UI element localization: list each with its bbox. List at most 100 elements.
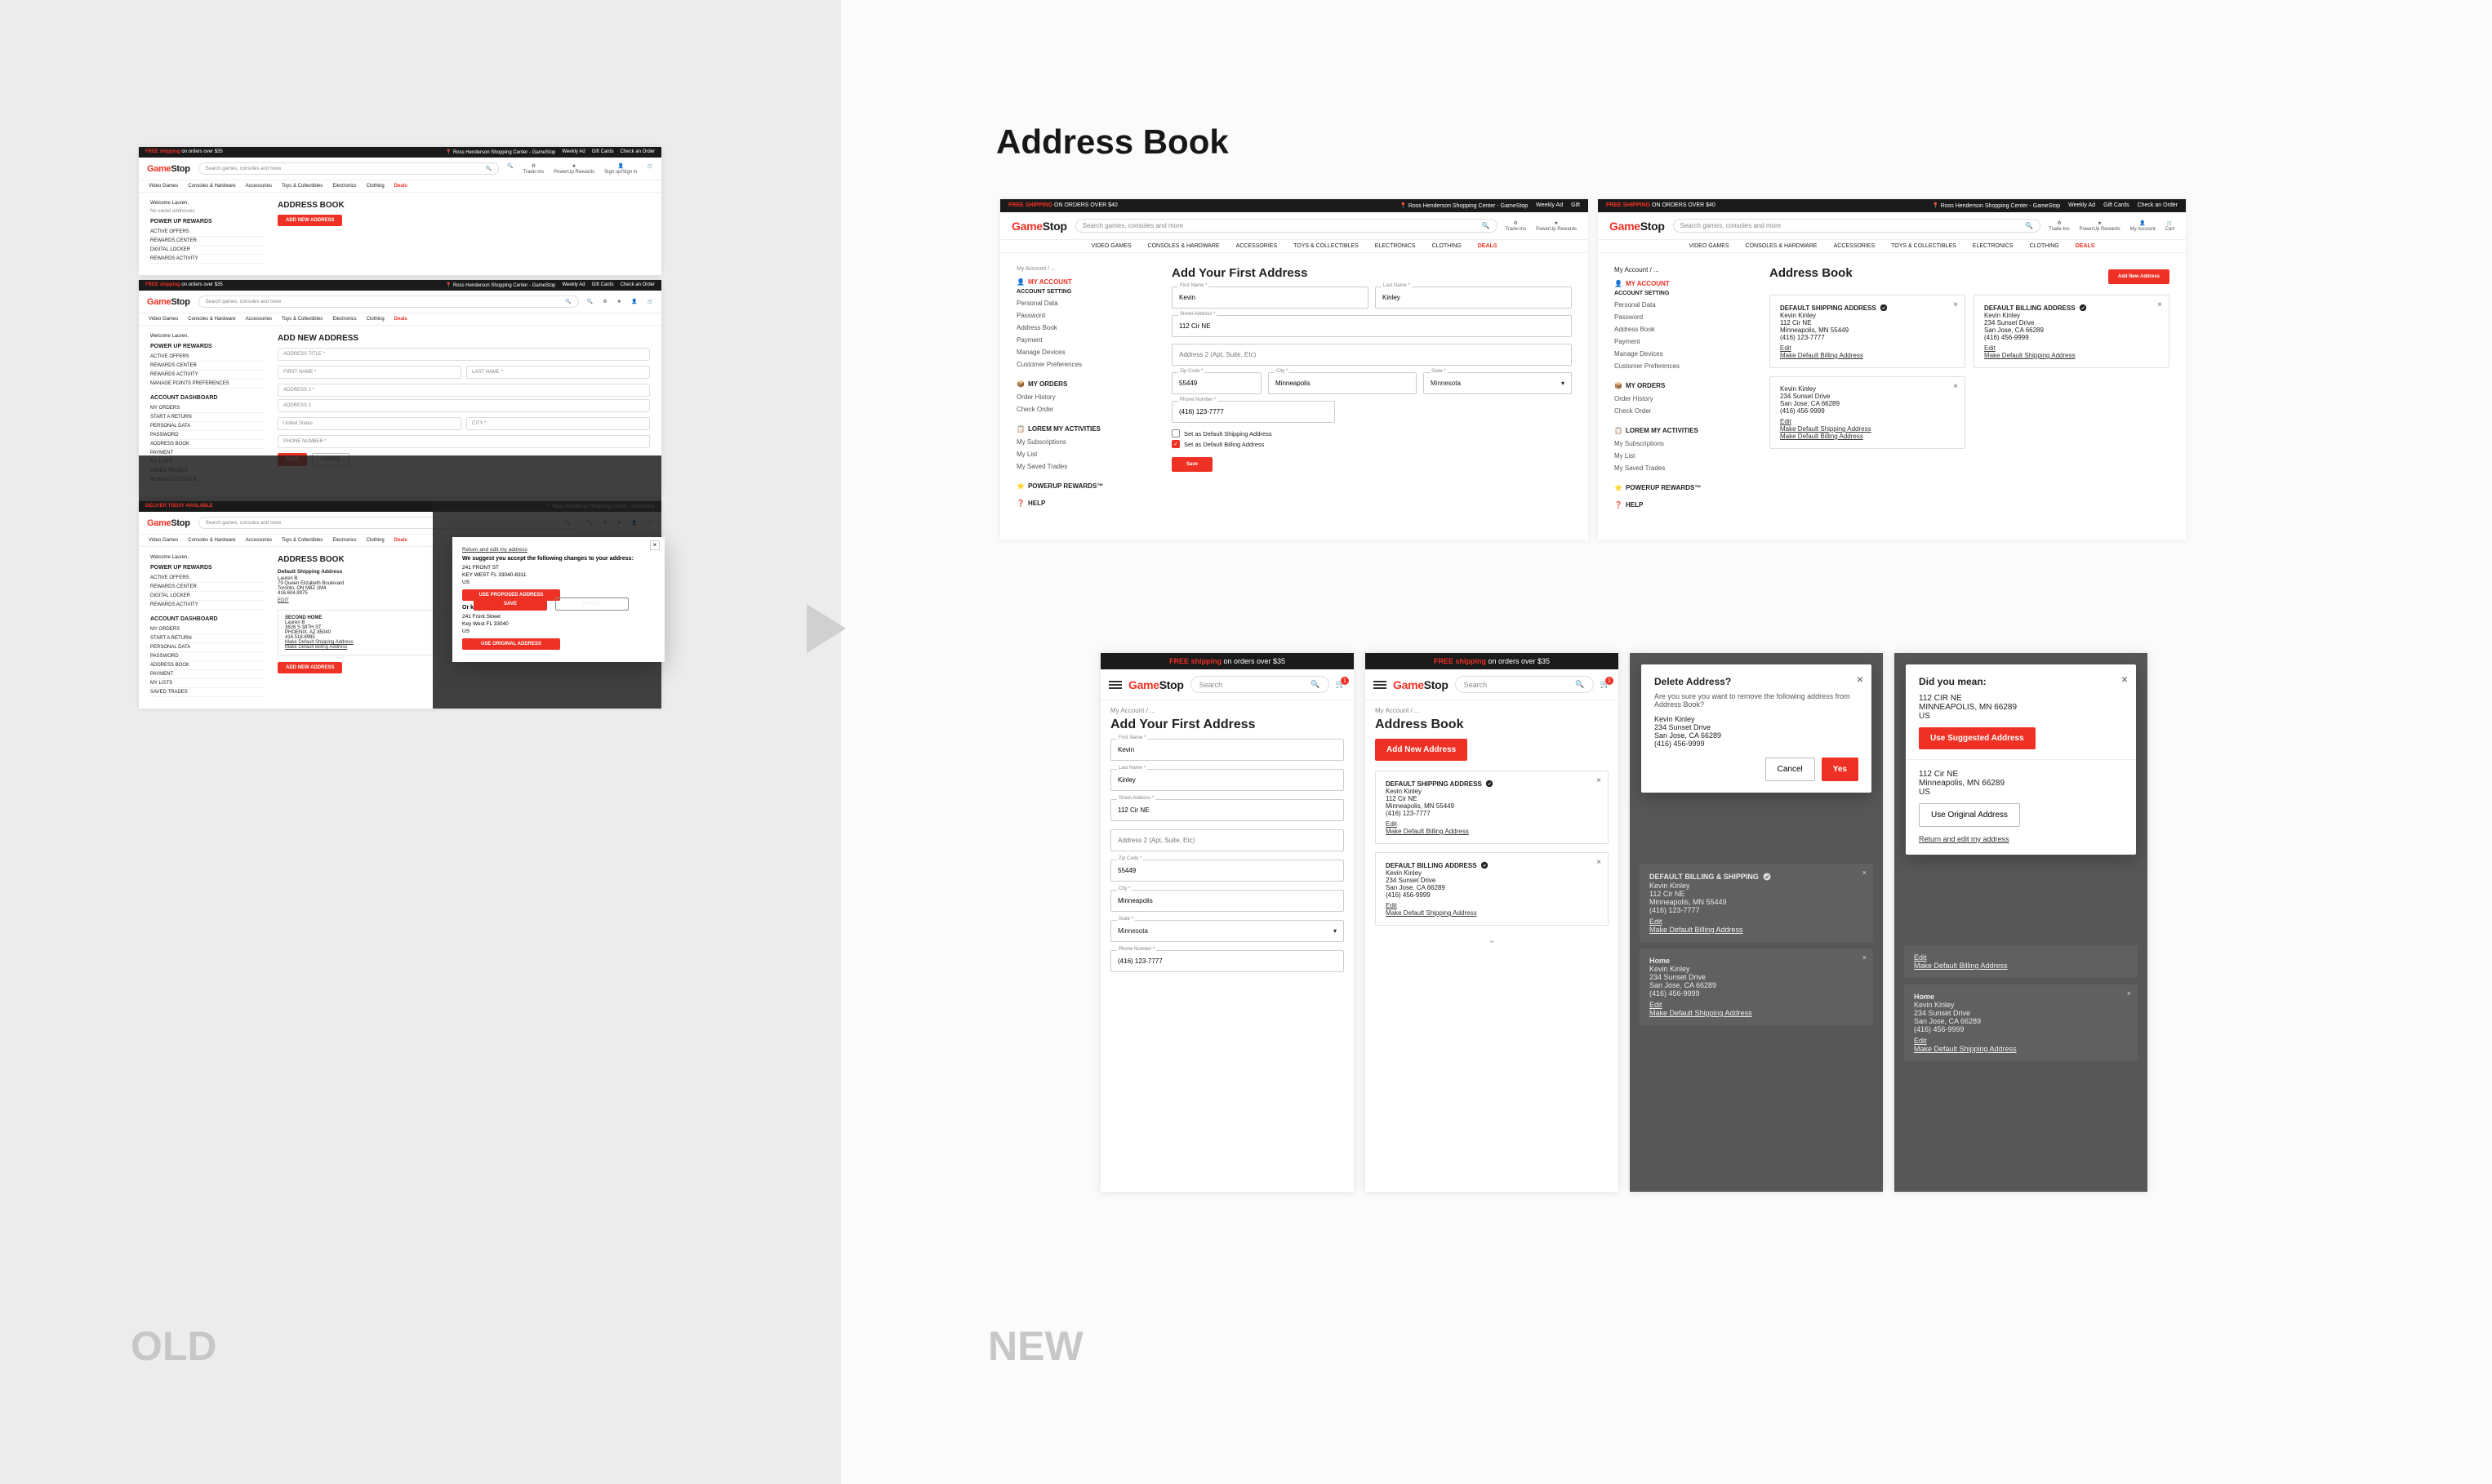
- menu-icon[interactable]: [1373, 681, 1386, 689]
- first-name-field[interactable]: FIRST NAME *: [278, 366, 461, 379]
- last-name-field[interactable]: LAST NAME *: [466, 366, 650, 379]
- street-field[interactable]: [1110, 799, 1344, 821]
- cancel-button[interactable]: Cancel: [1765, 758, 1815, 781]
- nav-item[interactable]: Electronics: [332, 184, 356, 189]
- address2-field[interactable]: [1110, 829, 1344, 851]
- search-input[interactable]: Search games, consoles and more🔍: [198, 162, 500, 175]
- state-select[interactable]: Minnesota▾: [1110, 920, 1344, 942]
- sidebar-item[interactable]: Payment: [1017, 334, 1155, 346]
- gamestop-logo[interactable]: GameStop: [147, 518, 190, 528]
- tradeins-link[interactable]: ♻Trade-Ins: [1506, 220, 1526, 232]
- gamestop-logo[interactable]: GameStop: [147, 297, 190, 307]
- rewards-link[interactable]: ★PowerUp Rewards: [554, 163, 594, 175]
- close-icon[interactable]: ×: [1953, 300, 1958, 309]
- add-new-address-button[interactable]: ADD NEW ADDRESS: [278, 215, 342, 226]
- close-icon[interactable]: ×: [2121, 673, 2128, 686]
- menu-icon[interactable]: [1109, 681, 1122, 689]
- zip-field[interactable]: [1172, 372, 1262, 394]
- add-new-address-button[interactable]: ADD NEW ADDRESS: [278, 662, 342, 673]
- sidebar-item[interactable]: REWARDS CENTER: [150, 237, 265, 246]
- nav-item[interactable]: Consoles & Hardware: [188, 184, 235, 189]
- cart-link[interactable]: 🛒: [647, 163, 653, 175]
- confirm-delete-button[interactable]: Yes: [1822, 758, 1858, 781]
- use-original-button[interactable]: Use Original Address: [1919, 803, 2020, 827]
- nav-item[interactable]: Toys & Collectibles: [282, 184, 323, 189]
- gamestop-logo[interactable]: GameStop: [1609, 220, 1665, 233]
- cart-icon[interactable]: 🛒1: [1600, 680, 1610, 689]
- cancel-button[interactable]: CANCEL: [555, 598, 629, 611]
- chevron-down-icon[interactable]: ⌄: [1365, 934, 1618, 945]
- zip-field[interactable]: [1110, 860, 1344, 882]
- use-original-button[interactable]: USE ORIGINAL ADDRESS: [462, 638, 560, 650]
- make-default-billing-link[interactable]: Make Default Billing Address: [1780, 352, 1955, 359]
- search-input[interactable]: Search games, consoles and more🔍: [1075, 219, 1497, 233]
- sidebar-item[interactable]: Address Book: [1017, 322, 1155, 334]
- topbar-link[interactable]: Gift Cards: [592, 149, 614, 155]
- first-name-field[interactable]: [1110, 739, 1344, 761]
- topbar-link[interactable]: Weekly Ad: [562, 149, 585, 155]
- address1-field[interactable]: ADDRESS 1 *: [278, 384, 650, 397]
- phone-field[interactable]: [1172, 401, 1335, 423]
- tradeins-link[interactable]: ♻Trade-Ins: [523, 163, 544, 175]
- return-edit-link[interactable]: Return and edit my address: [462, 547, 655, 553]
- phone-field[interactable]: [1110, 950, 1344, 972]
- address2-field[interactable]: [1172, 344, 1572, 366]
- close-icon[interactable]: ×: [1953, 382, 1958, 391]
- rewards-link[interactable]: ★PowerUp Rewards: [1536, 220, 1577, 232]
- close-icon[interactable]: ×: [1596, 858, 1601, 867]
- close-icon[interactable]: ×: [1857, 673, 1863, 686]
- phone-field[interactable]: PHONE NUMBER *: [278, 435, 650, 448]
- sidebar-item[interactable]: Manage Devices: [1017, 346, 1155, 358]
- sidebar-item[interactable]: Customer Preferences: [1017, 358, 1155, 371]
- gamestop-logo[interactable]: GameStop: [1128, 678, 1184, 691]
- mobile-address-book: FREE shipping on orders over $35 GameSto…: [1365, 653, 1618, 1192]
- close-icon[interactable]: ×: [1862, 869, 1867, 877]
- use-suggested-button[interactable]: Use Suggested Address: [1919, 727, 2036, 749]
- city-field[interactable]: [1110, 890, 1344, 912]
- store-locator[interactable]: 📍 Ross Henderson Shopping Center - GameS…: [446, 149, 556, 155]
- nav-item[interactable]: Deals: [394, 184, 407, 189]
- sidebar-item[interactable]: Personal Data: [1017, 297, 1155, 309]
- street-field[interactable]: [1172, 315, 1572, 337]
- close-icon[interactable]: ×: [2157, 300, 2162, 309]
- add-new-address-button[interactable]: Add New Address: [2108, 269, 2169, 284]
- search-input[interactable]: Search games, consoles and more🔍: [198, 295, 579, 308]
- sidebar-item[interactable]: ACTIVE OFFERS: [150, 228, 265, 237]
- address2-field[interactable]: ADDRESS 2: [278, 399, 650, 412]
- sidebar-item[interactable]: REWARDS ACTIVITY: [150, 255, 265, 264]
- city-field[interactable]: CITY *: [466, 417, 650, 430]
- page-title: Add Your First Address: [1172, 266, 1572, 280]
- account-link[interactable]: 👤Sign up/Sign in: [604, 163, 637, 175]
- state-select[interactable]: Minnesota▾: [1423, 372, 1572, 394]
- close-icon[interactable]: ×: [2127, 989, 2131, 997]
- close-icon[interactable]: ×: [1862, 953, 1867, 962]
- search-input[interactable]: Search🔍: [1190, 676, 1329, 693]
- close-icon[interactable]: ×: [1596, 776, 1601, 785]
- topbar-link[interactable]: Check an Order: [621, 149, 655, 155]
- default-shipping-checkbox[interactable]: Set as Default Shipping Address: [1172, 429, 1572, 438]
- last-name-field[interactable]: [1375, 287, 1572, 309]
- city-field[interactable]: [1268, 372, 1417, 394]
- sidebar-item[interactable]: DIGITAL LOCKER: [150, 246, 265, 255]
- cart-icon[interactable]: 🛒1: [1336, 680, 1346, 689]
- search-icon: 🔍: [1482, 222, 1490, 229]
- edit-link[interactable]: EDIT: [278, 598, 289, 603]
- add-new-address-button[interactable]: Add New Address: [1375, 739, 1467, 761]
- gamestop-logo[interactable]: GameStop: [1012, 220, 1067, 233]
- address-title-field[interactable]: ADDRESS TITLE *: [278, 348, 650, 361]
- country-field[interactable]: United States: [278, 417, 461, 430]
- search-icon-btn[interactable]: 🔍: [507, 163, 513, 175]
- save-button[interactable]: Save: [1172, 457, 1213, 472]
- save-button[interactable]: SAVE: [474, 598, 547, 611]
- edit-link[interactable]: Edit: [1780, 344, 1955, 352]
- nav-item[interactable]: Video Games: [149, 184, 178, 189]
- nav-item[interactable]: Clothing: [367, 184, 385, 189]
- close-icon[interactable]: ×: [650, 540, 660, 550]
- gamestop-logo[interactable]: GameStop: [147, 164, 190, 174]
- nav-item[interactable]: Accessories: [246, 184, 272, 189]
- sidebar-item[interactable]: Password: [1017, 309, 1155, 322]
- return-edit-link[interactable]: Return and edit my address: [1919, 835, 2123, 843]
- default-billing-checkbox[interactable]: ✓Set as Default Billing Address: [1172, 440, 1572, 448]
- first-name-field[interactable]: [1172, 287, 1368, 309]
- last-name-field[interactable]: [1110, 769, 1344, 791]
